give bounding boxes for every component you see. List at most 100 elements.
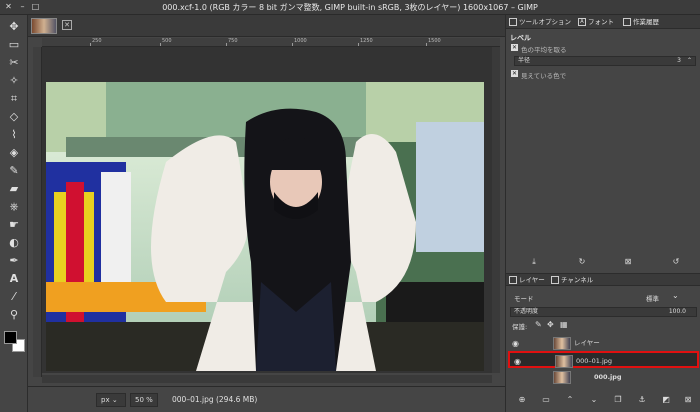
tab-history-label: 作業履歴 <box>633 18 659 26</box>
tool-options-icon <box>509 18 517 26</box>
zoom-select[interactable]: 50 % <box>130 393 158 407</box>
layer-row[interactable]: ◉ レイヤー <box>508 335 699 352</box>
layer-info-text: 000–01.jpg (294.6 MB) <box>172 395 258 404</box>
layers-tabs: レイヤー チャンネル <box>506 273 700 286</box>
channels-icon <box>551 276 559 284</box>
smudge-tool-icon[interactable]: ☛ <box>6 217 22 233</box>
rect-select-icon[interactable]: ▭ <box>6 37 22 53</box>
mode-select[interactable]: 標準 <box>646 293 659 303</box>
unit-value: px <box>101 396 110 404</box>
unit-select[interactable]: px ⌄ <box>96 393 126 407</box>
window-title: 000.xcf-1.0 (RGB カラー 8 bit ガンマ整数, GIMP b… <box>162 3 538 12</box>
raise-layer-icon[interactable]: ⌃ <box>564 394 576 406</box>
fuzzy-select-icon[interactable]: ✧ <box>6 73 22 89</box>
levels-title: レベル <box>510 34 531 42</box>
tab-channels[interactable]: チャンネル <box>551 275 593 286</box>
tab-fonts-label: フォント <box>588 18 614 26</box>
layers-icon <box>509 276 517 284</box>
dodge-burn-icon[interactable]: ◐ <box>6 235 22 251</box>
eye-icon[interactable]: ◉ <box>512 335 522 352</box>
ruler-tick <box>226 43 227 46</box>
close-tab-icon[interactable]: ✕ <box>62 20 72 30</box>
text-tool-icon[interactable]: A <box>6 271 22 287</box>
crop-tool-icon[interactable]: ⌗ <box>6 91 22 107</box>
layer-thumbnail <box>553 337 571 350</box>
image-canvas[interactable] <box>46 82 484 371</box>
delete-preset-icon[interactable]: ⊠ <box>622 256 634 268</box>
lock-label: 保護: <box>512 323 528 331</box>
mode-chevron-icon[interactable]: ⌄ <box>672 291 679 300</box>
photo-image <box>46 82 484 371</box>
top-ruler[interactable]: 250 500 750 1000 1250 1500 <box>42 38 500 47</box>
warp-transform-icon[interactable]: ⌇ <box>6 127 22 143</box>
reset-icon[interactable]: ↺ <box>670 256 682 268</box>
canvas-area[interactable] <box>42 47 492 373</box>
lower-layer-icon[interactable]: ⌄ <box>588 394 600 406</box>
radius-field[interactable]: 半径 3 ⌃ <box>514 56 696 66</box>
layer-thumbnail <box>553 371 571 384</box>
ruler-label: 750 <box>228 38 238 44</box>
paintbrush-icon[interactable]: ✎ <box>6 163 22 179</box>
tab-layers-label: レイヤー <box>519 276 545 284</box>
layer-row-selected[interactable]: ◉ 000–01.jpg <box>508 351 699 368</box>
tab-layers[interactable]: レイヤー <box>509 275 545 286</box>
right-dock: ツールオプション A フォント 作業履歴 レベル ✕ 色の平均を取る 半径 3 ⌃ … <box>505 15 700 412</box>
checkbox-icon[interactable]: ✕ <box>511 70 518 77</box>
ruler-label: 250 <box>92 38 102 44</box>
spin-icon[interactable]: ⌃ <box>687 57 692 65</box>
mode-label: モード <box>514 295 534 303</box>
font-icon: A <box>578 18 586 26</box>
layer-row[interactable]: 000.jpg <box>508 369 699 386</box>
lock-alpha-icon[interactable]: ▦ <box>560 320 568 329</box>
tool-options-buttons: ⤓ ↻ ⊠ ↺ <box>506 255 700 269</box>
new-layer-icon[interactable]: ⊕ <box>516 394 528 406</box>
horizontal-scrollbar[interactable] <box>42 375 492 383</box>
mask-layer-icon[interactable]: ◩ <box>660 394 672 406</box>
path-tool-icon[interactable]: ✒ <box>6 253 22 269</box>
opacity-value: 100.0 <box>668 308 686 315</box>
eye-icon[interactable]: ◉ <box>514 353 524 370</box>
tab-fonts[interactable]: A フォント <box>578 17 614 28</box>
opacity-field[interactable]: 不透明度 100.0 <box>510 307 697 317</box>
ruler-label: 1000 <box>294 38 307 44</box>
bucket-fill-icon[interactable]: ◈ <box>6 145 22 161</box>
restore-icon[interactable]: ↻ <box>576 256 588 268</box>
duplicate-layer-icon[interactable]: ❐ <box>612 394 624 406</box>
left-ruler[interactable] <box>33 47 42 377</box>
opacity-label: 不透明度 <box>514 308 539 315</box>
tab-tool-options-label: ツールオプション <box>519 18 571 26</box>
anchor-layer-icon[interactable]: ⚓ <box>636 394 648 406</box>
layer-thumbnail <box>555 355 573 368</box>
ruler-tick <box>358 43 359 46</box>
image-tab-thumbnail[interactable] <box>31 18 57 34</box>
ruler-tick <box>426 43 427 46</box>
fg-bg-colors[interactable] <box>4 331 26 353</box>
sample-average-option[interactable]: ✕ 色の平均を取る <box>511 44 567 54</box>
ruler-tick <box>160 43 161 46</box>
toolbox: ✥ ▭ ✂ ✧ ⌗ ◇ ⌇ ◈ ✎ ▰ ⎈ ☛ ◐ ✒ A ⁄ ⚲ <box>0 15 28 412</box>
eraser-icon[interactable]: ▰ <box>6 181 22 197</box>
save-preset-icon[interactable]: ⤓ <box>528 256 540 268</box>
vertical-scrollbar[interactable] <box>492 47 500 373</box>
move-tool-icon[interactable]: ✥ <box>6 19 22 35</box>
ruler-tick <box>292 43 293 46</box>
ruler-label: 1250 <box>360 38 373 44</box>
foreground-color-swatch[interactable] <box>4 331 17 344</box>
radius-label: 半径 <box>518 57 531 64</box>
delete-layer-icon[interactable]: ⊠ <box>682 394 694 406</box>
clone-tool-icon[interactable]: ⎈ <box>6 199 22 215</box>
unified-transform-icon[interactable]: ◇ <box>6 109 22 125</box>
image-tabs: ✕ <box>28 15 505 37</box>
color-picker-icon[interactable]: ⁄ <box>6 289 22 305</box>
zoom-tool-icon[interactable]: ⚲ <box>6 307 22 323</box>
new-group-icon[interactable]: ▭ <box>540 394 552 406</box>
ruler-label: 1500 <box>428 38 441 44</box>
checkbox-icon[interactable]: ✕ <box>511 44 518 51</box>
tab-history[interactable]: 作業履歴 <box>623 17 659 28</box>
tab-tool-options[interactable]: ツールオプション <box>509 17 571 28</box>
lock-pixels-icon[interactable]: ✎ <box>535 320 542 329</box>
free-select-icon[interactable]: ✂ <box>6 55 22 71</box>
sample-merged-option[interactable]: ✕ 見えている色で <box>511 70 566 80</box>
lock-position-icon[interactable]: ✥ <box>547 320 554 329</box>
mode-row: モード 標準 ⌄ <box>510 291 697 303</box>
